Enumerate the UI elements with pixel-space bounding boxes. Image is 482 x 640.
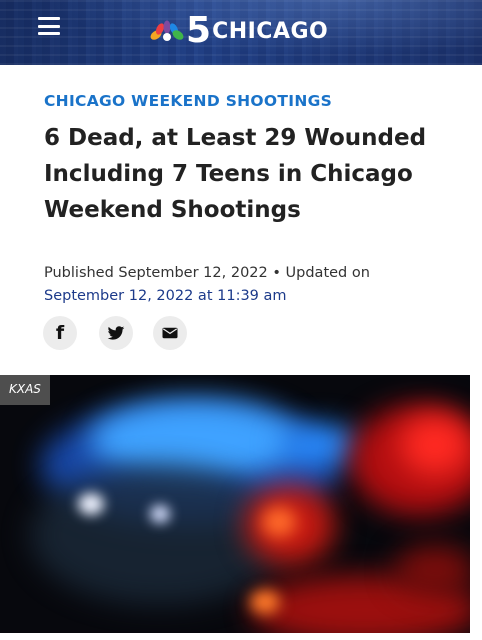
facebook-share-button[interactable]: f bbox=[43, 316, 77, 350]
published-label: Published bbox=[44, 265, 114, 281]
article-meta: Published September 12, 2022 • Updated o… bbox=[44, 262, 444, 308]
article-headline: 6 Dead, at Least 29 Wounded Including 7 … bbox=[44, 125, 427, 223]
facebook-icon: f bbox=[55, 322, 65, 344]
email-icon bbox=[162, 327, 178, 339]
share-bar: f bbox=[0, 316, 482, 352]
twitter-icon bbox=[107, 326, 125, 340]
twitter-share-button[interactable] bbox=[99, 316, 133, 350]
email-share-button[interactable] bbox=[153, 316, 187, 350]
updated-label: Updated on bbox=[285, 265, 370, 281]
published-date: September 12, 2022 bbox=[118, 265, 268, 281]
article-category-link[interactable]: CHICAGO WEEKEND SHOOTINGS bbox=[44, 92, 332, 110]
logo-city: CHICAGO bbox=[212, 18, 329, 44]
site-header: 5 CHICAGO bbox=[0, 0, 482, 65]
logo-number: 5 bbox=[186, 10, 211, 51]
peacock-icon bbox=[150, 20, 184, 41]
article-hero-image bbox=[0, 375, 470, 633]
hamburger-menu-icon[interactable] bbox=[38, 17, 60, 35]
meta-separator: • bbox=[267, 265, 286, 281]
photo-credit: KXAS bbox=[0, 375, 50, 405]
updated-datetime: September 12, 2022 at 11:39 am bbox=[44, 288, 287, 304]
nbc5-chicago-logo[interactable]: 5 CHICAGO bbox=[150, 10, 329, 51]
